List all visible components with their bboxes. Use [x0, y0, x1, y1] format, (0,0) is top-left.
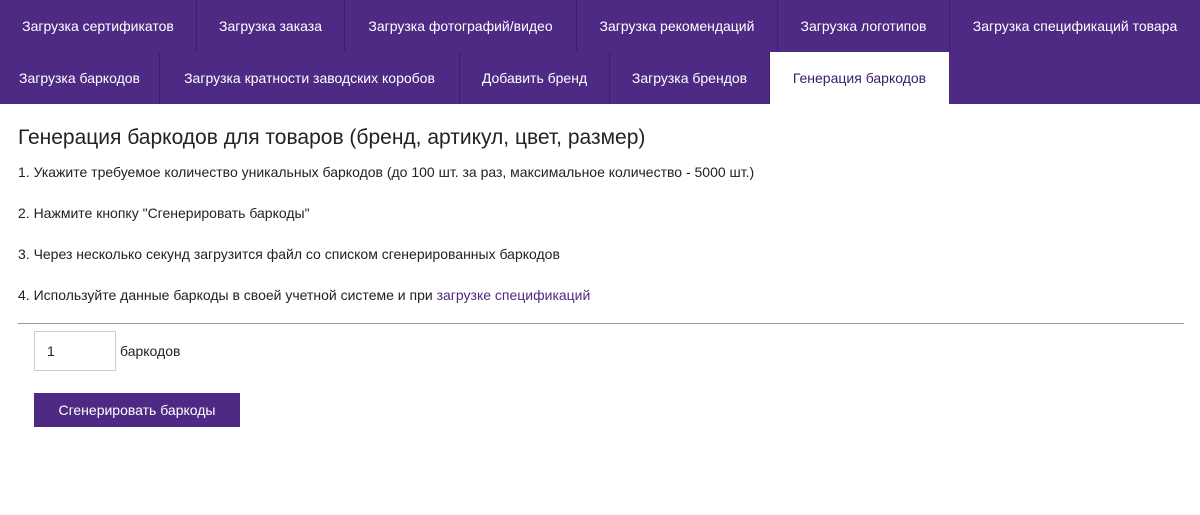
instruction-step-4-text: 4. Используйте данные баркоды в своей уч…: [18, 287, 437, 303]
instruction-step-4: 4. Используйте данные баркоды в своей уч…: [18, 273, 1182, 314]
tab-row-2: Загрузка баркодов Загрузка кратности зав…: [0, 52, 1200, 104]
barcode-count-input[interactable]: [34, 331, 116, 371]
barcode-count-row: баркодов: [18, 331, 1182, 371]
instruction-step-1: 1. Укажите требуемое количество уникальн…: [18, 164, 755, 180]
generate-barcodes-button[interactable]: Сгенерировать баркоды: [34, 393, 240, 427]
tab-barcodes-upload[interactable]: Загрузка баркодов: [0, 52, 160, 104]
tab-specifications-upload[interactable]: Загрузка спецификаций товара: [950, 0, 1200, 52]
tab-bar: Загрузка сертификатов Загрузка заказа За…: [0, 0, 1200, 104]
main-content: Генерация баркодов для товаров (бренд, а…: [0, 104, 1200, 427]
tab-order-upload[interactable]: Загрузка заказа: [197, 0, 345, 52]
tab-certificates-upload[interactable]: Загрузка сертификатов: [0, 0, 197, 52]
barcode-count-unit-label: баркодов: [120, 343, 181, 359]
page-title: Генерация баркодов для товаров (бренд, а…: [18, 126, 646, 149]
tab-logos-upload[interactable]: Загрузка логотипов: [778, 0, 950, 52]
tab-add-brand[interactable]: Добавить бренд: [460, 52, 610, 104]
section-divider: [18, 323, 1184, 324]
instruction-step-2: 2. Нажмите кнопку "Сгенерировать баркоды…: [18, 205, 310, 221]
tab-brands-upload[interactable]: Загрузка брендов: [610, 52, 770, 104]
tab-recommendations-upload[interactable]: Загрузка рекомендаций: [577, 0, 778, 52]
tab-photo-video-upload[interactable]: Загрузка фотографий/видео: [345, 0, 577, 52]
tab-row-1: Загрузка сертификатов Загрузка заказа За…: [0, 0, 1200, 52]
tab-barcode-generation[interactable]: Генерация баркодов: [770, 52, 949, 104]
instruction-step-3: 3. Через несколько секунд загрузится фай…: [18, 246, 560, 262]
specifications-upload-link[interactable]: загрузке спецификаций: [437, 287, 591, 303]
tab-box-multiplicity-upload[interactable]: Загрузка кратности заводских коробов: [160, 52, 460, 104]
